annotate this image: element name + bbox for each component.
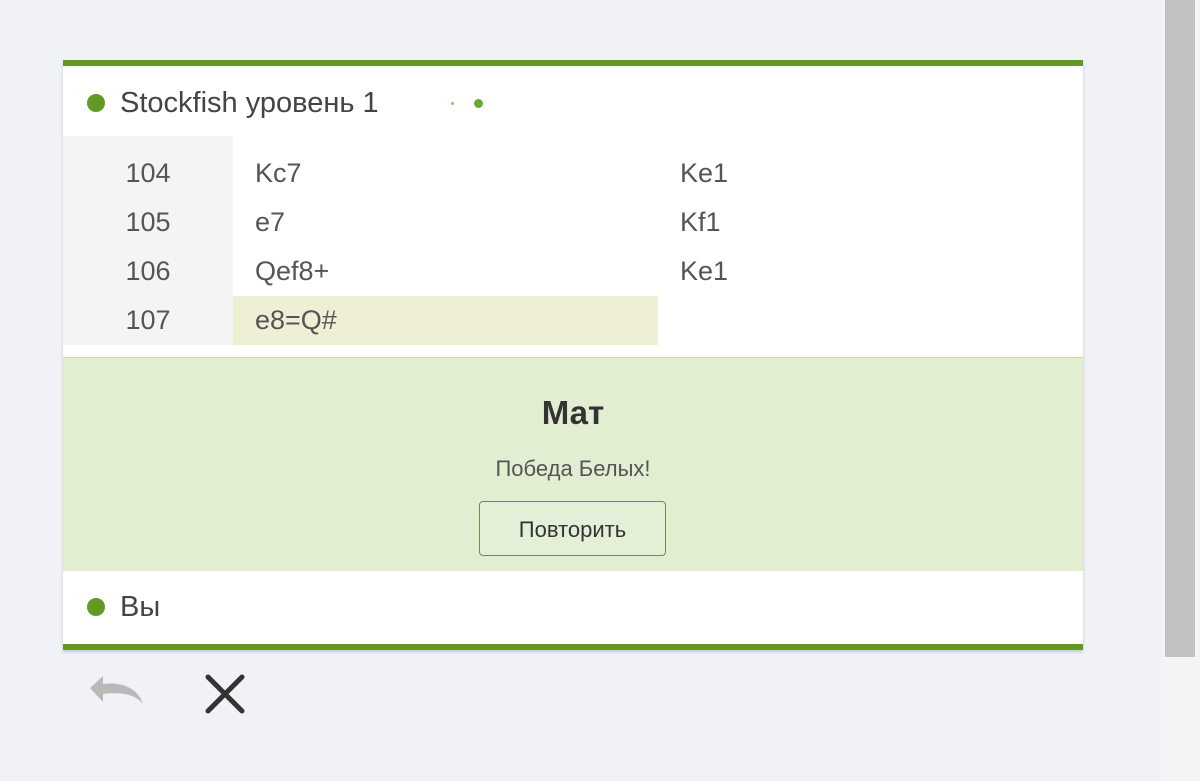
online-status-icon — [87, 598, 105, 616]
white-move-active[interactable]: e8=Q# — [233, 296, 658, 345]
opponent-name: Stockfish уровень 1 — [120, 86, 379, 119]
thinking-indicator-icon — [450, 98, 483, 108]
move-row: 106 Qef8+ Ke1 — [63, 247, 1083, 296]
game-panel: Stockfish уровень 1 103 Ka8 Kf2 104 Kc7 … — [63, 60, 1083, 650]
opponent-row: Stockfish уровень 1 — [63, 72, 1083, 134]
black-move[interactable]: Kf2 — [658, 136, 1083, 149]
white-move[interactable]: e7 — [233, 198, 658, 247]
move-row: 107 e8=Q# — [63, 296, 1083, 345]
black-move[interactable]: Ke1 — [658, 247, 1083, 296]
move-number: 105 — [63, 198, 233, 247]
white-move[interactable]: Ka8 — [233, 136, 658, 149]
move-number: 103 — [63, 136, 233, 149]
move-number: 106 — [63, 247, 233, 296]
move-row: 104 Kc7 Ke1 — [63, 149, 1083, 198]
result-subtitle: Победа Белых! — [495, 456, 651, 481]
replay-button[interactable]: Повторить — [479, 501, 666, 556]
player-name: Вы — [120, 590, 161, 623]
move-row: 105 e7 Kf1 — [63, 198, 1083, 247]
black-move[interactable]: Kf1 — [658, 198, 1083, 247]
player-row: Вы — [63, 570, 1083, 644]
move-number: 104 — [63, 149, 233, 198]
scrollbar-thumb[interactable] — [1165, 0, 1195, 657]
game-result: Мат Победа Белых! Повторить — [63, 357, 1083, 571]
online-status-icon — [87, 94, 105, 112]
white-move[interactable]: Qef8+ — [233, 247, 658, 296]
game-controls — [63, 660, 1083, 730]
move-number: 107 — [63, 296, 233, 345]
move-list[interactable]: 103 Ka8 Kf2 104 Kc7 Ke1 105 e7 Kf1 106 Q… — [63, 136, 1083, 356]
result-title: Мат — [541, 394, 605, 431]
black-move[interactable]: Ke1 — [658, 149, 1083, 198]
black-move[interactable] — [658, 296, 1083, 345]
move-row: 103 Ka8 Kf2 — [63, 136, 1083, 149]
undo-icon[interactable] — [83, 660, 153, 730]
page: Stockfish уровень 1 103 Ka8 Kf2 104 Kc7 … — [0, 0, 1200, 781]
close-icon[interactable] — [191, 660, 261, 730]
white-move[interactable]: Kc7 — [233, 149, 658, 198]
